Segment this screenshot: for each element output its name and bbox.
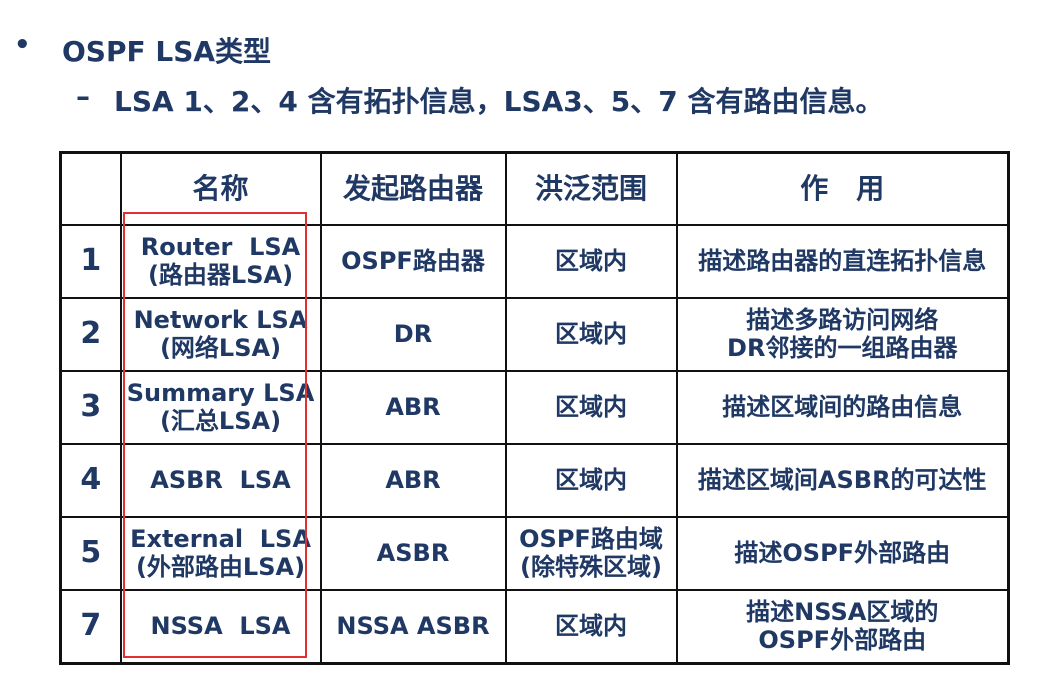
subtitle-text: LSA 1、2、4 含有拓扑信息，LSA3、5、7 含有路由信息。 [114,85,884,118]
lsa-name: ASBR LSA [119,443,322,518]
bullet-icon: • [14,30,31,60]
role-description-line: 描述路由器的直连拓扑信息 [698,246,987,275]
lsa-name-line: (路由器LSA) [147,260,294,289]
page-title: OSPF LSA类型 [62,35,272,68]
role-description: 描述区域间ASBR的可达性 [675,443,1010,518]
row-number-line: 3 [80,389,102,425]
lsa-name: External LSA (外部路由LSA) [119,516,322,591]
row-number: 2 [59,297,122,372]
row-number: 3 [59,370,122,445]
row-number-line: 7 [80,608,102,644]
flood-scope-line: 区域内 [555,319,627,348]
sub-bullet-dash: – [76,80,90,113]
origin-router: OSPF路由器 [319,224,507,299]
lsa-name: Network LSA (网络LSA) [119,297,322,372]
header-scope: 洪泛范围 [504,151,678,226]
row-number-line: 5 [80,535,102,571]
lsa-name-line: Router LSA [140,232,301,261]
role-description: 描述多路访问网络 DR邻接的一组路由器 [675,297,1010,372]
row-number-line: 4 [80,462,102,498]
role-description-line: DR邻接的一组路由器 [727,333,958,362]
flood-scope-line: 区域内 [555,465,627,494]
flood-scope: OSPF路由域 (除特殊区域) [504,516,678,591]
row-number: 7 [59,589,122,665]
origin-router-line: DR [393,319,433,348]
row-number-line: 1 [80,243,102,279]
flood-scope: 区域内 [504,589,678,665]
flood-scope-line: 区域内 [555,611,627,640]
header-role: 作 用 [675,151,1010,226]
origin-router: ABR [319,443,507,518]
role-description-line: 描述多路访问网络 [746,305,939,334]
flood-scope-line: OSPF路由域 [519,524,663,553]
lsa-name-line: NSSA LSA [150,611,291,640]
origin-router-line: ABR [385,465,441,494]
flood-scope: 区域内 [504,297,678,372]
lsa-name-line: (网络LSA) [159,333,282,362]
role-description: 描述NSSA区域的 OSPF外部路由 [675,589,1010,665]
row-number: 1 [59,224,122,299]
origin-router: ASBR [319,516,507,591]
flood-scope-line: (除特殊区域) [520,552,662,581]
lsa-name: Router LSA (路由器LSA) [119,224,322,299]
origin-router-line: NSSA ASBR [336,611,490,640]
lsa-name: Summary LSA (汇总LSA) [119,370,322,445]
flood-scope-line: 区域内 [555,246,627,275]
flood-scope-line: 区域内 [555,392,627,421]
role-description-line: 描述NSSA区域的 [746,597,939,626]
origin-router: NSSA ASBR [319,589,507,665]
lsa-name-line: ASBR LSA [150,465,291,494]
role-description: 描述OSPF外部路由 [675,516,1010,591]
header-name: 名称 [119,151,322,226]
lsa-name-line: (汇总LSA) [159,406,282,435]
role-description-line: 描述OSPF外部路由 [734,538,951,567]
role-description-line: 描述区域间ASBR的可达性 [697,465,987,494]
role-description-line: OSPF外部路由 [758,625,927,654]
origin-router-line: ASBR [376,538,450,567]
lsa-name-line: External LSA [130,524,311,553]
table-row: 2 Network LSA (网络LSA) DR 区域内 描述多路访问网络 DR邻接的一组路… [59,297,1010,372]
table-row: 3 Summary LSA (汇总LSA) ABR 区域内 描述区域间的路由信息 [59,370,1010,445]
table-row: 1 Router LSA (路由器LSA) OSPF路由器 区域内 描述路由器的直连拓扑信… [59,224,1010,299]
flood-scope: 区域内 [504,370,678,445]
origin-router-line: OSPF路由器 [341,246,485,275]
origin-router-line: ABR [385,392,441,421]
origin-router: ABR [319,370,507,445]
lsa-name-line: (外部路由LSA) [135,552,306,581]
table-row: 7 NSSA LSA NSSA ASBR 区域内 描述NSSA区域的 OSPF外部路由 [59,589,1010,665]
flood-scope: 区域内 [504,224,678,299]
table-header-row: 名称 发起路由器 洪泛范围 作 用 [59,151,1010,226]
role-description-line: 描述区域间的路由信息 [722,392,963,421]
lsa-name: NSSA LSA [119,589,322,665]
role-description: 描述路由器的直连拓扑信息 [675,224,1010,299]
table-row: 5 External LSA (外部路由LSA) ASBR OSPF路由域 (除特殊区域)… [59,516,1010,591]
row-number: 5 [59,516,122,591]
row-number: 4 [59,443,122,518]
header-origin: 发起路由器 [319,151,507,226]
header-index [59,151,122,226]
row-number-line: 2 [80,316,102,352]
origin-router: DR [319,297,507,372]
table-row: 4 ASBR LSA ABR 区域内 描述区域间ASBR的可达性 [59,443,1010,518]
lsa-types-table: 名称 发起路由器 洪泛范围 作 用 1 Router LSA (路由器LSA) OSP… [59,151,1010,665]
flood-scope: 区域内 [504,443,678,518]
role-description: 描述区域间的路由信息 [675,370,1010,445]
lsa-name-line: Summary LSA [126,378,315,407]
lsa-name-line: Network LSA [133,305,308,334]
